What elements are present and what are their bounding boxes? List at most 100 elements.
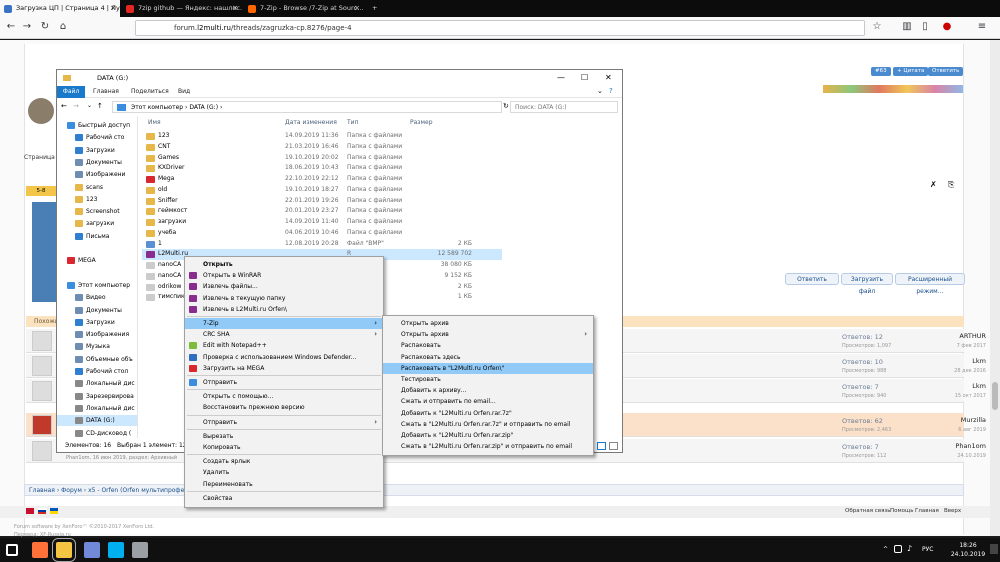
up-icon[interactable]: ↑ [97,102,103,110]
language-indicator[interactable]: РУС [922,546,933,553]
url-bar[interactable]: forum.l2multi.ru/threads/zagruzka-cp.827… [135,20,865,36]
address-bar[interactable]: Этот компьютер › DATA (G:) › [112,101,502,113]
file-row[interactable]: old 19.10.2019 18:27 Папка с файлами [142,185,502,196]
app-icon[interactable] [132,542,148,558]
discord-icon[interactable] [84,542,100,558]
footer-link-home[interactable]: Главная [915,508,939,514]
new-tab-button[interactable]: + [368,0,384,17]
advanced-mode-button[interactable]: Расширенный режим… [895,273,965,295]
search-input[interactable]: Поиск: DATA (G:) [510,101,618,113]
flag-ua-icon[interactable] [50,508,58,514]
nav-item[interactable]: Загрузки [57,145,137,156]
menu-item[interactable]: Удалить [185,467,383,478]
nav-item[interactable]: Изображени [57,169,137,180]
library-icon[interactable]: ▥ [900,20,914,34]
recent-icon[interactable]: ⌄ [87,102,92,109]
menu-item[interactable]: Загрузить на MEGA [185,363,383,374]
file-row[interactable]: загрузки 14.09.2019 11:40 Папка с файлами [142,217,502,228]
upload-file-button[interactable]: Загрузить файл [841,273,893,295]
close-icon[interactable]: ✕ [605,70,612,86]
menu-item[interactable]: Проверка с использованием Windows Defend… [185,352,383,363]
nav-item[interactable]: scans [57,182,137,193]
file-row[interactable]: KXDriver 18.06.2019 10:43 Папка с файлами [142,163,502,174]
nav-item[interactable]: 123 [57,194,137,205]
maximize-icon[interactable]: ☐ [581,70,588,86]
details-view-icon[interactable] [597,442,606,450]
menu-item[interactable]: Открыть архив › [383,329,593,340]
back-arrow-icon[interactable]: ← [4,20,18,34]
reply-button[interactable]: Ответить [928,67,964,76]
thread-author[interactable]: Phan1om [931,442,986,450]
quote-button[interactable]: + Цитата [893,67,929,76]
tray-up-icon[interactable]: ^ [883,546,888,553]
col-size[interactable]: Размер [410,119,433,126]
browser-tab[interactable]: 7zip github — Яндекс: нашлос… × [122,0,242,17]
start-icon[interactable] [6,544,18,556]
forward-icon[interactable]: → [73,102,79,110]
flag-en-icon[interactable] [26,508,34,514]
address-drive[interactable]: DATA (G:) [189,104,218,111]
menu-item[interactable]: Восстановить прежнюю версию [185,402,383,413]
ribbon-tab-home[interactable]: Главная [93,86,119,98]
menu-item[interactable]: Edit with Notepad++ [185,340,383,351]
menu-item[interactable]: Открыть с помощью... [185,391,383,402]
menu-item[interactable]: Добавить к "L2Multi.ru Orfen.rar.7z" [383,408,593,419]
file-row[interactable]: 123 14.09.2019 11:36 Папка с файлами [142,131,502,142]
browser-tab[interactable]: Загрузка ЦП | Страница 4 | Лучш…× [0,0,120,17]
menu-item[interactable]: Сжать в "L2Multi.ru Orfen.rar.zip" и отп… [383,441,593,452]
tab-close-icon[interactable]: × [354,0,360,17]
nav-item[interactable]: Письма [57,231,137,242]
reload-icon[interactable]: ↻ [38,20,52,34]
nav-item[interactable]: Screenshot [57,206,137,217]
nav-item[interactable]: Музыка [57,341,137,352]
menu-item[interactable]: Открыть архив [383,318,593,329]
nav-item[interactable]: Загрузки [57,317,137,328]
menu-item[interactable]: Создать ярлык [185,456,383,467]
col-type[interactable]: Тип [347,119,359,126]
nav-item[interactable]: DATA (G:) [57,415,137,427]
menu-item[interactable]: Извлечь в L2Multi.ru Orfen\ [185,304,383,315]
menu-item[interactable]: Добавить к "L2Multi.ru Orfen.rar.zip" [383,430,593,441]
tab-close-icon[interactable]: × [232,0,238,17]
refresh-icon[interactable]: ↻ [503,102,509,110]
menu-item[interactable]: Отправить › [185,417,383,428]
clear-format-icon[interactable]: ✗ [930,180,940,190]
menu-item[interactable]: Открыть в WinRAR [185,270,383,281]
menu-item[interactable]: Добавить к архиву... [383,385,593,396]
addon-icon[interactable]: ● [940,20,954,34]
breadcrumb-home[interactable]: Главная [29,487,55,494]
file-row[interactable]: CNT 21.03.2019 16:46 Папка с файлами [142,142,502,153]
clock[interactable]: 18:26 24.10.2019 [948,541,988,559]
thread-author[interactable]: Murzilla [931,416,986,424]
draft-icon[interactable]: ⎘ [948,180,958,190]
post-number-button[interactable]: #63 [871,67,891,76]
back-icon[interactable]: ← [61,102,67,110]
breadcrumb-section[interactable]: x5 - Orfen (Orfen мультипрофесс [88,487,191,494]
file-row[interactable]: Mega 22.10.2019 22:12 Папка с файлами [142,174,502,185]
menu-item[interactable]: Открыть [185,259,383,270]
skype-icon[interactable] [108,542,124,558]
menu-item[interactable]: Свойства [185,493,383,504]
page-scrollbar[interactable] [990,40,1000,536]
page-scroll-thumb[interactable] [992,382,998,410]
footer-link-feedback[interactable]: Обратная связь [845,508,891,514]
col-date[interactable]: Дата изменения [285,119,337,126]
nav-item[interactable]: CD-дисковод ( [57,428,137,439]
menu-item[interactable]: Вырезать [185,431,383,442]
col-name[interactable]: Имя [148,119,161,126]
file-row[interactable]: Games 19.10.2019 20:02 Папка с файлами [142,153,502,164]
help-icon[interactable]: ? [609,87,613,95]
address-computer[interactable]: Этот компьютер [131,104,183,111]
menu-item[interactable]: CRC SHA › [185,329,383,340]
nav-item[interactable]: загрузки [57,218,137,229]
forward-arrow-icon[interactable]: → [20,20,34,34]
nav-item[interactable]: Рабочий стол [57,366,137,377]
tab-close-icon[interactable]: × [110,0,116,17]
nav-item[interactable]: Видео [57,292,137,303]
nav-item[interactable]: MEGA [57,255,137,266]
menu-item[interactable]: Сжать в "L2Multi.ru Orfen.rar.7z" и отпр… [383,419,593,430]
file-row[interactable]: Sniffer 22.01.2019 19:26 Папка с файлами [142,196,502,207]
ribbon-tab-share[interactable]: Поделиться [131,86,169,98]
home-icon[interactable]: ⌂ [56,20,70,34]
menu-item[interactable]: Извлечь файлы... [185,281,383,292]
